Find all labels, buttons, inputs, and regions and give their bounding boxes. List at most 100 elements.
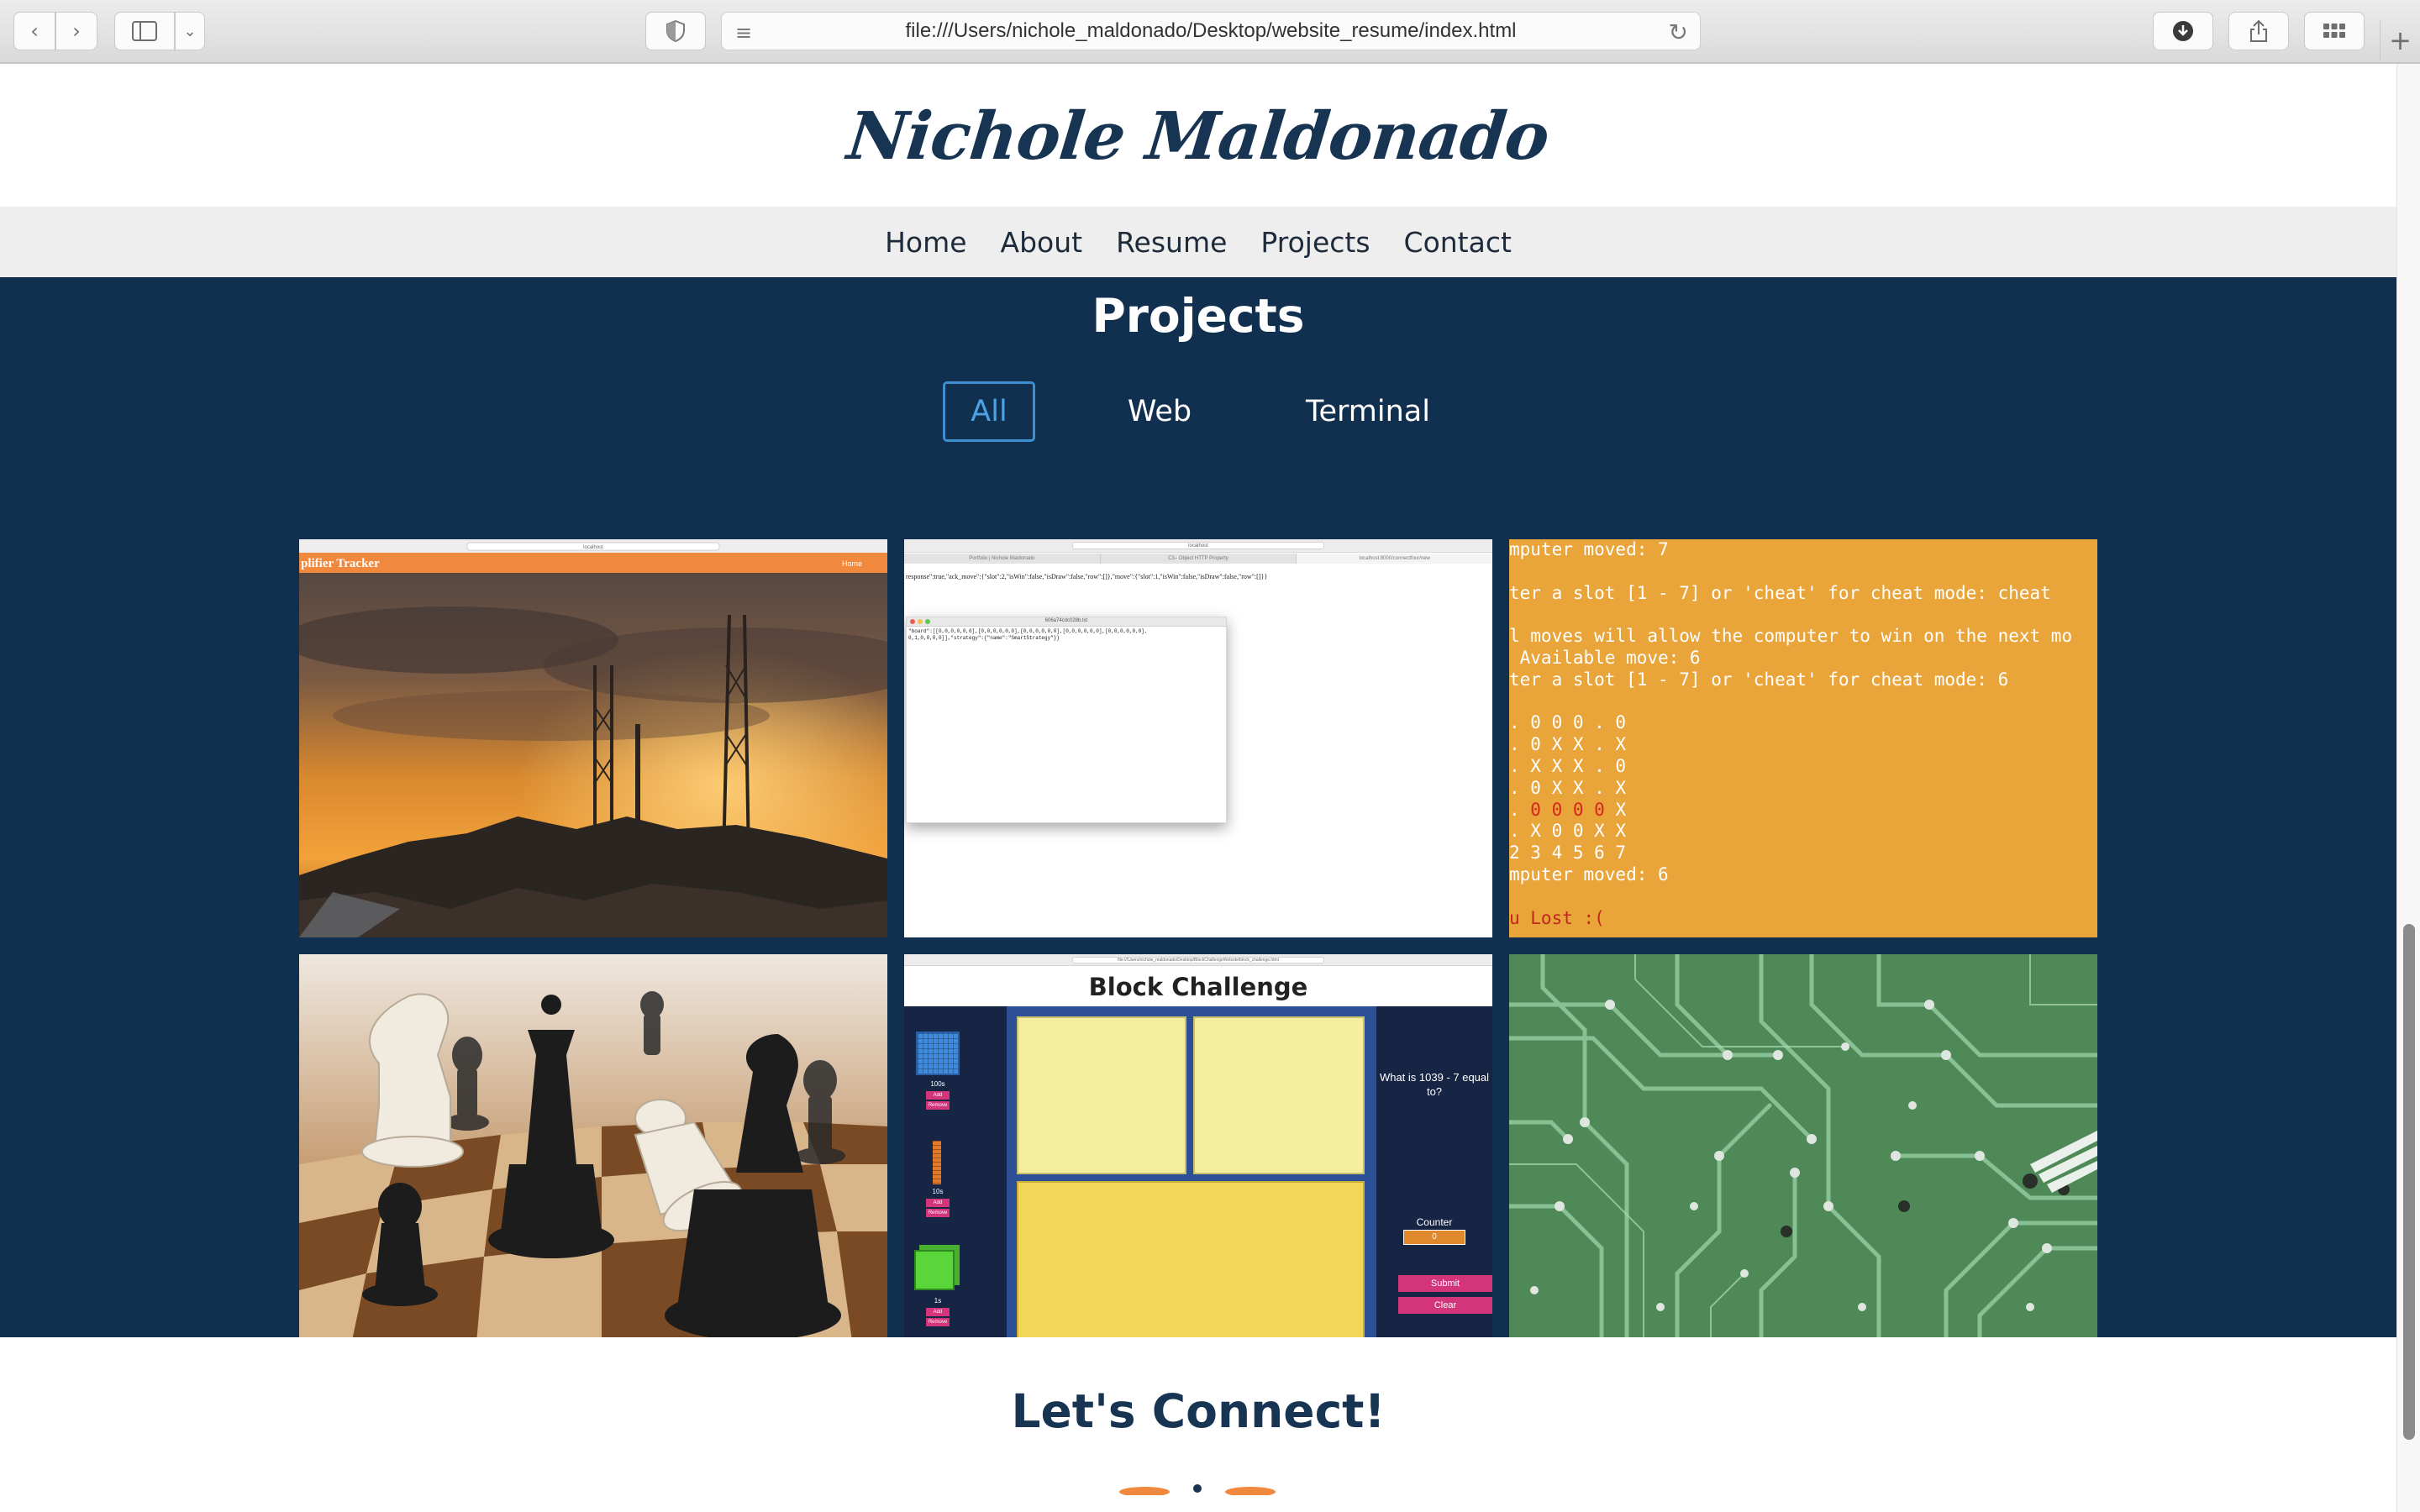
terminal-line: . 0 X X . X [1509,734,1627,755]
add-tens-button[interactable]: Add [926,1199,950,1207]
remove-tens-button[interactable]: Remove [926,1209,950,1217]
tile-address-text: localhost [1072,542,1324,549]
share-button[interactable] [2228,12,2289,50]
nav-about[interactable]: About [1001,226,1083,259]
chevron-left-icon: ‹ [30,19,39,43]
terminal-line: . 0 0 0 . 0 [1509,712,1627,733]
tile-browser-bar: file:///Users/nichole_maldonado/Desktop/… [904,954,1492,966]
nav-home[interactable]: Home [885,226,966,259]
terminal-line: l moves will allow the computer to win o… [1509,626,2073,647]
project-tile-circuit-board[interactable] [1509,954,2097,1352]
tile-address-text: file:///Users/nichole_maldonado/Desktop/… [1072,957,1324,963]
tile-tab: localhost:8000/connectfour/new [1297,554,1492,564]
tile-window-title: 606a74cdc028b.txt [1044,618,1088,623]
remove-hundreds-button[interactable]: Remove [926,1101,950,1110]
block-palette: 100s Add Remove 10s Add Remove 1s Add Re… [904,1006,1007,1352]
tile-file-line: 0,1,0,0,0,0]],"strategy":{"name":"SmartS… [908,635,1060,641]
downloads-button[interactable] [2153,12,2213,50]
connect-heading: Let's Connect! [1011,1384,1386,1438]
sidebar-dropdown-button[interactable]: ⌄ [175,12,205,50]
sidebar-button[interactable] [114,12,175,50]
filter-all-button[interactable]: All [943,381,1035,442]
projects-section: Projects All Web Terminal localhost plif… [0,277,2396,1352]
block-label: 10s [932,1188,944,1195]
hundreds-drop-zone[interactable] [1017,1016,1186,1174]
add-ones-button[interactable]: Add [926,1308,950,1316]
download-icon [2173,21,2193,41]
block-challenge-title: Block Challenge [904,966,1492,1006]
tile-tab: Portfolio | Nichole Maldonado [904,554,1101,564]
nav-projects[interactable]: Projects [1260,226,1370,259]
tens-block-icon[interactable] [933,1141,941,1184]
terminal-line: mputer moved: 6 [1509,864,1669,885]
site-nav: Home About Resume Projects Contact [0,207,2396,277]
back-button[interactable]: ‹ [13,12,55,50]
filter-web-button[interactable]: Web [1118,381,1202,442]
ones-block-icon[interactable] [914,1250,955,1290]
ones-drop-zone[interactable] [1017,1181,1365,1341]
connect-section: Let's Connect! [0,1337,2396,1512]
terminal-line: 2 3 4 5 6 7 [1509,843,1627,864]
nav-resume[interactable]: Resume [1116,226,1227,259]
project-tile-connect-four-web[interactable]: localhost Portfolio | Nichole Maldonado … [904,539,1492,937]
project-tile-chess[interactable] [299,954,887,1352]
project-tile-block-challenge[interactable]: file:///Users/nichole_maldonado/Desktop/… [904,954,1492,1352]
filter-terminal-button[interactable]: Terminal [1301,381,1435,442]
sidebar-icon [132,21,157,41]
winning-row-highlight: 0 0 0 0 [1530,799,1605,820]
tile-response-text: response":true,"ack_move":{"slot":2,"isW… [906,573,1268,580]
browser-toolbar: ‹ › ⌄ ≡ file:///Users/nichole_maldonado/… [0,0,2420,64]
terminal-line: . 0 X X . X [1509,777,1627,798]
project-tile-amplifier-tracker[interactable]: localhost plifier Tracker Home [299,539,887,937]
add-hundreds-button[interactable]: Add [926,1091,950,1100]
terminal-output: mputer moved: 7 ter a slot [1 - 7] or 'ch… [1509,539,2097,929]
address-bar[interactable]: ≡ file:///Users/nichole_maldonado/Deskto… [721,12,1701,50]
submit-button[interactable]: Submit [1398,1275,1492,1292]
nav-contact[interactable]: Contact [1404,226,1512,259]
plus-icon: + [2389,24,2412,56]
block-label: 1s [934,1297,942,1305]
tab-overview-button[interactable] [2304,12,2365,50]
terminal-line: mputer moved: 7 [1509,539,1669,559]
hundreds-block-icon[interactable] [916,1032,960,1075]
shield-icon [666,20,685,42]
forward-button[interactable]: › [55,12,97,50]
tile-file-body: "board":[[0,0,0,0,0,0],[0,0,0,0,0,0],[0,… [907,627,1226,643]
clear-button[interactable]: Clear [1398,1297,1492,1314]
chess-image [299,954,887,1352]
section-divider [1119,1484,1276,1495]
tile-file-line: "board":[[0,0,0,0,0,0],[0,0,0,0,0,0],[0,… [908,628,1148,634]
reload-icon[interactable]: ↻ [1669,18,1688,46]
circuit-board-image [1509,954,2097,1352]
tile-text-window: 606a74cdc028b.txt "board":[[0,0,0,0,0,0]… [906,617,1227,823]
terminal-line: u Lost :( [1509,907,1605,928]
site-title[interactable]: Nichole Maldonado [844,98,1552,175]
tile-tab-strip: Portfolio | Nichole Maldonado C3– Object… [904,554,1492,564]
privacy-report-button[interactable] [645,12,706,50]
terminal-line: ter a slot [1 - 7] or 'cheat' for cheat … [1509,582,2051,603]
reader-list-icon[interactable]: ≡ [735,21,752,45]
tile-browser-bar: localhost [904,539,1492,553]
chevron-down-icon: ⌄ [183,22,197,40]
terminal-line: Available move: 6 [1509,647,1701,668]
tens-drop-zone[interactable] [1193,1016,1365,1174]
chevron-right-icon: › [72,19,81,43]
tile-address-text: localhost [583,545,603,550]
project-tile-terminal-connect-four[interactable]: mputer moved: 7 ter a slot [1 - 7] or 'ch… [1509,539,2097,937]
tile-tab: C3– Object HTTP Property [1101,554,1297,564]
tile-header-title: plifier Tracker [301,557,380,570]
terminal-line: . X X X . 0 [1509,755,1627,776]
terminal-line: . X 0 0 X X [1509,821,1627,842]
block-label: 100s [930,1080,945,1088]
web-page: Nichole Maldonado Home About Resume Proj… [0,64,2396,1512]
page-scrollbar[interactable] [2396,64,2420,1512]
scrollbar-thumb[interactable] [2403,924,2415,1440]
share-icon [2250,19,2267,42]
new-tab-button[interactable]: + [2380,20,2420,60]
amplifier-tracker-screenshot: localhost plifier Tracker Home [299,539,887,937]
site-header: Nichole Maldonado [0,64,2396,207]
grid-icon [2323,24,2345,38]
terminal-line: ter a slot [1 - 7] or 'cheat' for cheat … [1509,669,2009,690]
remove-ones-button[interactable]: Remove [926,1318,950,1326]
